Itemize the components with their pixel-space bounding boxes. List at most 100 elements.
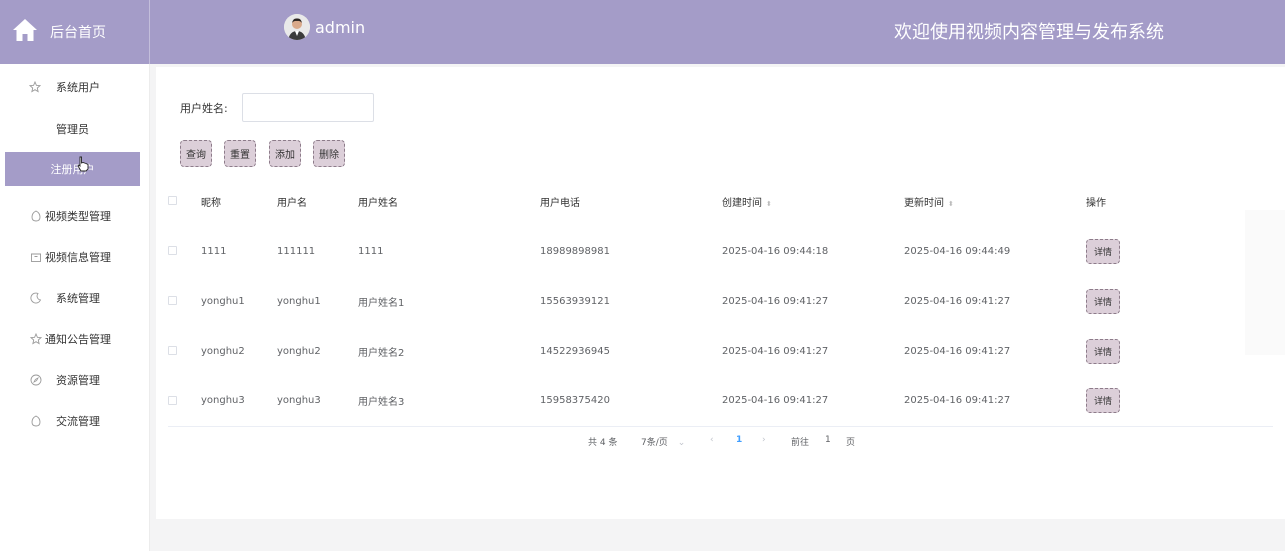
row-checkbox[interactable] xyxy=(168,296,177,305)
cell-updated: 2025-04-16 09:44:49 xyxy=(904,245,1011,257)
table-row: yonghu2 yonghu2 用户姓名2 14522936945 2025-0… xyxy=(168,326,1273,376)
column-header-phone: 用户电话 xyxy=(540,197,580,209)
detail-button[interactable]: 详情 xyxy=(1086,288,1120,314)
cell-phone: 15563939121 xyxy=(540,295,610,307)
cell-username: yonghu1 xyxy=(277,295,321,307)
column-header-label: 创建时间 xyxy=(722,197,762,209)
cell-nickname: yonghu1 xyxy=(201,295,245,307)
sidebar: 系统用户 管理员 注册用户 视频类型管理 视频信息管理 系统管理 通知公告管理 … xyxy=(0,64,150,551)
compass-icon xyxy=(29,373,43,387)
column-header-created[interactable]: 创建时间 ⬍ xyxy=(722,176,904,226)
sidebar-item-label: 交流管理 xyxy=(56,415,100,428)
detail-button[interactable]: 详情 xyxy=(1086,388,1120,414)
page-suffix: 页 xyxy=(846,438,856,448)
column-header-nickname: 昵称 xyxy=(201,197,221,209)
table-row: 1111 111111 1111 18989898981 2025-04-16 … xyxy=(168,226,1273,276)
cell-phone: 14522936945 xyxy=(540,345,610,357)
sidebar-item-system-users[interactable]: 系统用户 xyxy=(0,72,150,102)
cell-nickname: yonghu2 xyxy=(201,345,245,357)
scroll-shadow xyxy=(1245,210,1285,355)
star-icon xyxy=(29,332,43,346)
next-page-icon[interactable]: › xyxy=(762,435,766,445)
home-icon xyxy=(12,18,38,46)
row-checkbox[interactable] xyxy=(168,346,177,355)
sidebar-item-notice-management[interactable]: 通知公告管理 xyxy=(0,324,150,354)
add-button[interactable]: 添加 xyxy=(269,140,301,167)
sidebar-subitem-admin[interactable]: 管理员 xyxy=(5,112,140,146)
cell-nickname: 1111 xyxy=(201,245,227,257)
search-label: 用户姓名: xyxy=(180,102,228,115)
cell-created: 2025-04-16 09:41:27 xyxy=(722,295,829,307)
system-title: 欢迎使用视频内容管理与发布系统 xyxy=(894,22,1164,43)
cell-realname: 用户姓名2 xyxy=(358,347,405,359)
page-size-value: 7条/页 xyxy=(641,438,668,448)
cell-realname: 用户姓名1 xyxy=(358,297,405,309)
cell-nickname: yonghu3 xyxy=(201,376,277,427)
cell-username: 111111 xyxy=(277,245,316,257)
cell-phone: 18989898981 xyxy=(540,245,610,257)
user-name: admin xyxy=(315,17,366,37)
home-label: 后台首页 xyxy=(50,25,106,41)
page-size-select[interactable]: 7条/页 ⌄ xyxy=(641,435,685,448)
sidebar-item-label: 通知公告管理 xyxy=(45,333,111,346)
row-checkbox[interactable] xyxy=(168,246,177,255)
column-header-label: 更新时间 xyxy=(904,197,944,209)
sidebar-item-system-management[interactable]: 系统管理 xyxy=(0,283,150,313)
row-checkbox[interactable] xyxy=(168,395,177,405)
reset-button[interactable]: 重置 xyxy=(224,140,256,167)
query-button[interactable]: 查询 xyxy=(180,140,212,167)
cell-created: 2025-04-16 09:41:27 xyxy=(722,376,904,427)
column-header-realname: 用户姓名 xyxy=(358,197,398,209)
cell-realname: 1111 xyxy=(358,245,384,257)
sidebar-item-label: 资源管理 xyxy=(56,374,100,387)
pagination-total: 共 4 条 xyxy=(588,438,618,448)
delete-button[interactable]: 删除 xyxy=(313,140,345,167)
sidebar-item-video-info[interactable]: 视频信息管理 xyxy=(0,242,150,272)
cell-updated: 2025-04-16 09:41:27 xyxy=(904,376,1086,427)
goto-page-input[interactable]: 1 xyxy=(825,435,831,445)
column-header-username: 用户名 xyxy=(277,197,307,209)
sidebar-item-video-types[interactable]: 视频类型管理 xyxy=(0,201,150,231)
avatar xyxy=(284,14,310,40)
cell-updated: 2025-04-16 09:41:27 xyxy=(904,345,1011,357)
users-table: 昵称 用户名 用户姓名 用户电话 创建时间 ⬍ 更新时间 ⬍ 操作 1111 111… xyxy=(168,176,1273,427)
prev-page-icon[interactable]: ‹ xyxy=(710,435,714,445)
sidebar-item-label: 视频信息管理 xyxy=(45,251,111,264)
sort-icon[interactable]: ⬍ xyxy=(948,200,954,208)
cell-created: 2025-04-16 09:41:27 xyxy=(722,345,829,357)
detail-button[interactable]: 详情 xyxy=(1086,338,1120,364)
sidebar-subitem-registered-users[interactable]: 注册用户 xyxy=(5,152,140,186)
moon-icon xyxy=(29,291,43,305)
sidebar-item-label: 系统用户 xyxy=(56,81,100,94)
egg-icon xyxy=(29,209,43,223)
table-header-row: 昵称 用户名 用户姓名 用户电话 创建时间 ⬍ 更新时间 ⬍ 操作 xyxy=(168,176,1273,226)
user-info[interactable]: admin xyxy=(284,14,365,40)
sort-icon[interactable]: ⬍ xyxy=(766,200,772,208)
cell-username: yonghu2 xyxy=(277,345,321,357)
goto-label: 前往 xyxy=(791,438,810,448)
egg-icon xyxy=(29,414,43,428)
sidebar-item-communication-management[interactable]: 交流管理 xyxy=(0,406,150,436)
select-all-checkbox[interactable] xyxy=(168,196,177,205)
home-link[interactable]: 后台首页 xyxy=(0,0,150,64)
detail-button[interactable]: 详情 xyxy=(1086,238,1120,264)
chevron-down-icon: ⌄ xyxy=(677,438,686,448)
cell-updated: 2025-04-16 09:41:27 xyxy=(904,295,1011,307)
cursor-hand-icon xyxy=(76,156,90,176)
box-icon xyxy=(29,250,43,264)
cell-realname: 用户姓名3 xyxy=(358,376,540,427)
cell-created: 2025-04-16 09:44:18 xyxy=(722,245,829,257)
main-panel: 用户姓名: 查询 重置 添加 删除 昵称 用户名 用户姓名 用户电话 创建时间 ⬍… xyxy=(156,67,1285,519)
cell-phone: 15958375420 xyxy=(540,376,722,427)
column-header-updated[interactable]: 更新时间 ⬍ xyxy=(904,176,1086,226)
cell-username: yonghu3 xyxy=(277,376,358,427)
top-header: 后台首页 admin 欢迎使用视频内容管理与发布系统 xyxy=(0,0,1285,64)
sidebar-item-label: 系统管理 xyxy=(56,292,100,305)
star-icon xyxy=(28,80,42,94)
table-row: yonghu1 yonghu1 用户姓名1 15563939121 2025-0… xyxy=(168,276,1273,326)
sidebar-item-resource-management[interactable]: 资源管理 xyxy=(0,365,150,395)
username-search-input[interactable] xyxy=(242,93,374,122)
sidebar-item-label: 管理员 xyxy=(56,123,89,136)
sidebar-item-label: 视频类型管理 xyxy=(45,210,111,223)
page-number-current[interactable]: 1 xyxy=(736,435,742,445)
